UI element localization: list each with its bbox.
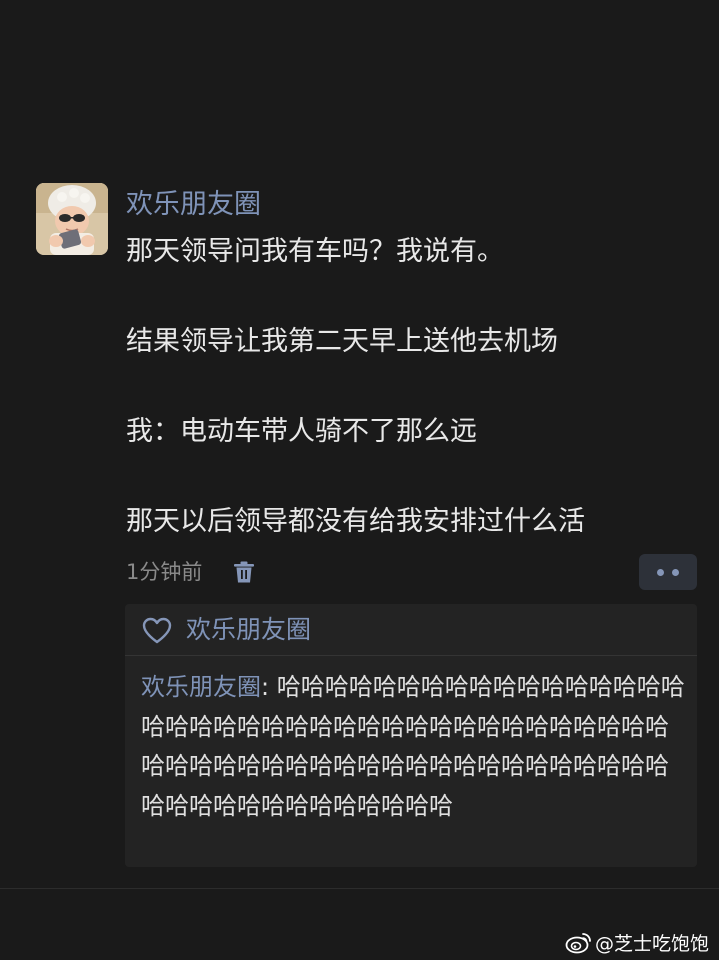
likes-row: 欢乐朋友圈 xyxy=(125,604,697,656)
watermark: @芝士吃饱饱 xyxy=(565,928,709,956)
post-content: 那天领导问我有车吗？我说有。 结果领导让我第二天早上送他去机场 我：电动车带人骑… xyxy=(126,229,706,544)
more-dots-icon xyxy=(657,569,664,576)
comment-author[interactable]: 欢乐朋友圈 xyxy=(141,673,261,701)
weibo-logo-icon xyxy=(565,933,591,954)
liker-name[interactable]: 欢乐朋友圈 xyxy=(186,613,311,647)
post-author-name[interactable]: 欢乐朋友圈 xyxy=(126,186,261,224)
avatar-image xyxy=(36,183,108,255)
avatar[interactable] xyxy=(36,183,108,255)
heart-outline-icon xyxy=(142,617,172,645)
more-options-button[interactable] xyxy=(639,554,697,590)
watermark-text: @芝士吃饱饱 xyxy=(594,932,709,955)
post-text-line: 那天领导问我有车吗？我说有。 xyxy=(126,236,504,267)
trash-icon[interactable] xyxy=(231,559,257,585)
comment-item: 欢乐朋友圈: 哈哈哈哈哈哈哈哈哈哈哈哈哈哈哈哈哈哈哈哈哈哈哈哈哈哈哈哈哈哈哈哈哈… xyxy=(141,668,686,826)
divider xyxy=(0,888,719,889)
more-dots-icon xyxy=(672,569,679,576)
interaction-panel: 欢乐朋友圈 欢乐朋友圈: 哈哈哈哈哈哈哈哈哈哈哈哈哈哈哈哈哈哈哈哈哈哈哈哈哈哈哈… xyxy=(125,604,697,867)
post-text-line: 结果领导让我第二天早上送他去机场 xyxy=(126,326,558,357)
post-timestamp: 1分钟前 xyxy=(126,560,203,584)
post-text-line: 我：电动车带人骑不了那么远 xyxy=(126,416,477,447)
post-text-line: 那天以后领导都没有给我安排过什么活 xyxy=(126,506,585,537)
comment-separator: : xyxy=(261,673,277,701)
